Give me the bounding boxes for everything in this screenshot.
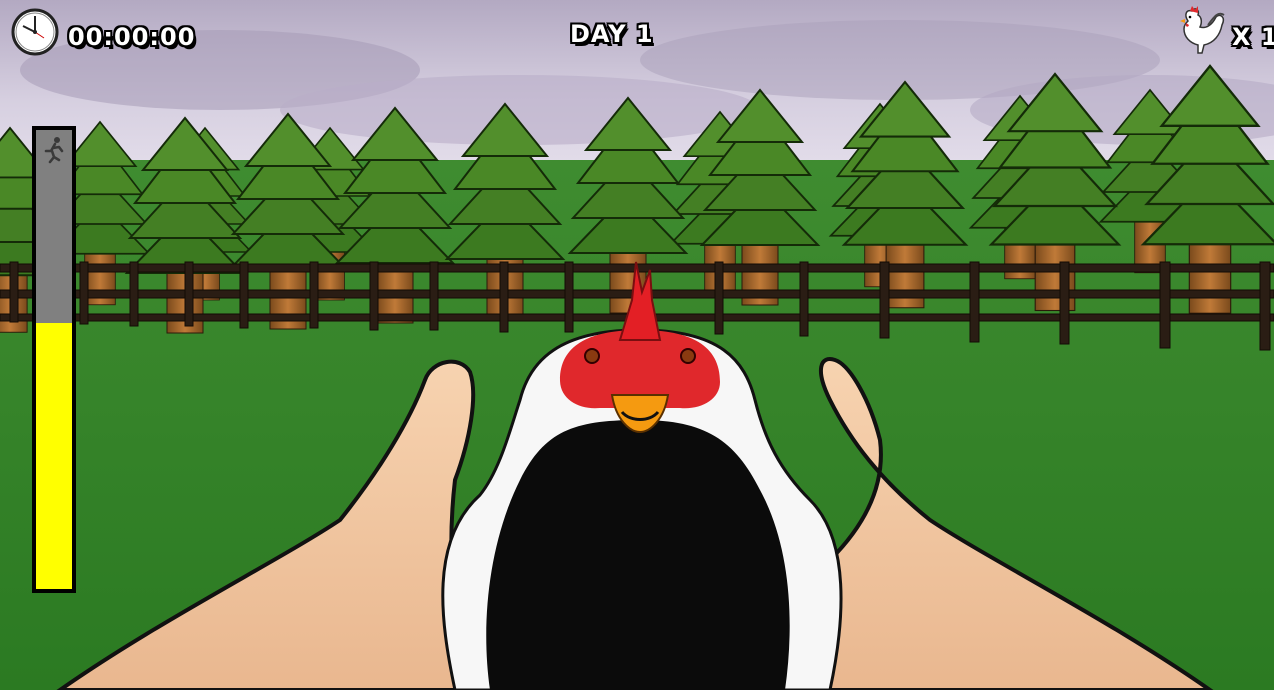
game-viewport[interactable]: 00:00:00 DAY 1 X 1 bbox=[0, 0, 1274, 690]
clock-icon bbox=[11, 8, 59, 56]
stamina-bar-track bbox=[36, 130, 72, 589]
chicken-count: X 1 bbox=[1232, 23, 1274, 51]
elapsed-timer: 00:00:00 bbox=[68, 23, 196, 51]
running-man-icon bbox=[44, 137, 64, 164]
day-counter: DAY 1 bbox=[570, 20, 654, 48]
stamina-bar-fill bbox=[36, 323, 72, 589]
stamina-bar bbox=[32, 126, 76, 593]
farm-scene bbox=[0, 0, 1274, 690]
rooster-icon bbox=[1180, 6, 1225, 54]
